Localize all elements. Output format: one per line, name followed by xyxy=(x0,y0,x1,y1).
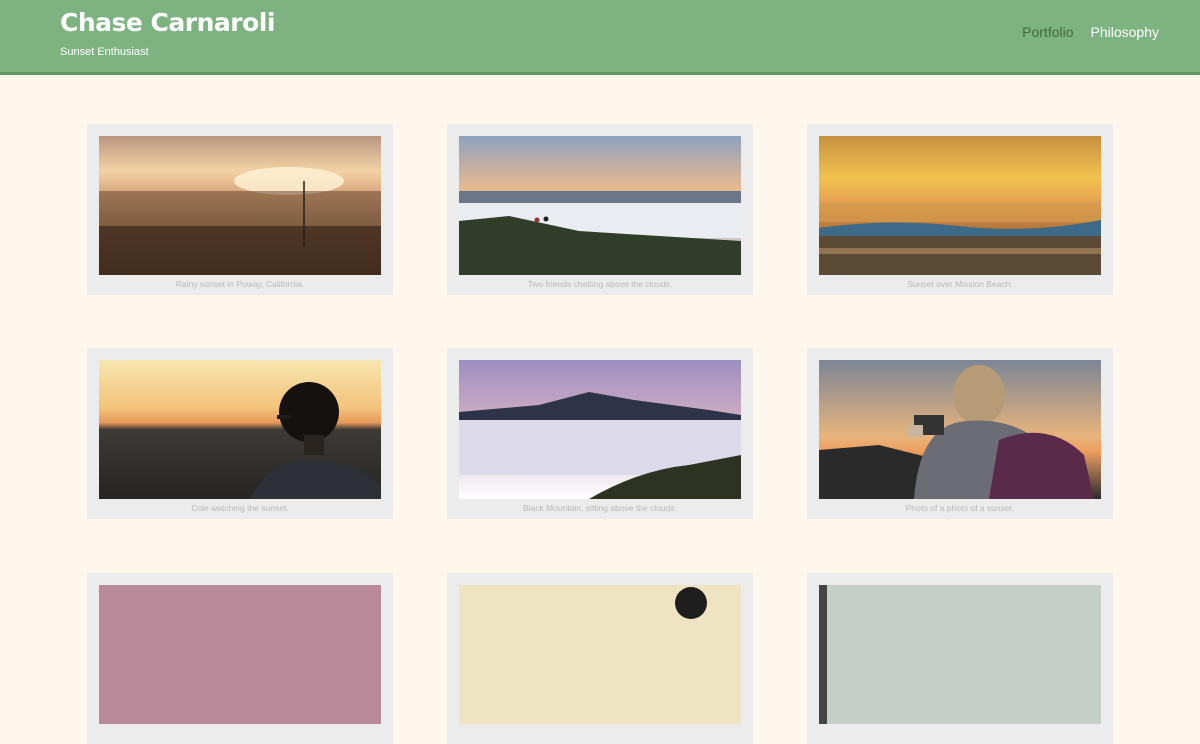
gallery-card: Cole watching the sunset. xyxy=(87,348,393,519)
gallery-card xyxy=(807,573,1113,744)
gallery-photo[interactable] xyxy=(99,136,381,275)
gallery-card: Photo of a photo of a sunset. xyxy=(807,348,1113,519)
gallery-photo[interactable] xyxy=(99,360,381,499)
gallery-photo[interactable] xyxy=(459,360,741,499)
site-tagline: Sunset Enthusiast xyxy=(60,46,149,58)
photo-caption: Black Mountain, sitting above the clouds… xyxy=(522,503,678,513)
gallery-photo[interactable] xyxy=(819,585,1101,724)
gallery-card: Rainy sunset in Poway, California. xyxy=(87,124,393,295)
nav-portfolio-link[interactable]: Portfolio xyxy=(1022,24,1073,40)
gallery-card xyxy=(447,573,753,744)
gallery-card: Two friends chatting above the clouds. xyxy=(447,124,753,295)
gallery-card: Sunset over Mission Beach. xyxy=(807,124,1113,295)
gallery-photo[interactable] xyxy=(459,136,741,275)
photo-caption: Photo of a photo of a sunset. xyxy=(905,503,1015,513)
gallery-card: Black Mountain, sitting above the clouds… xyxy=(447,348,753,519)
nav-philosophy-link[interactable]: Philosophy xyxy=(1091,24,1160,40)
gallery-card xyxy=(87,573,393,744)
gallery-photo[interactable] xyxy=(819,360,1101,499)
photo-caption: Sunset over Mission Beach. xyxy=(907,279,1013,289)
photo-caption: Rainy sunset in Poway, California. xyxy=(175,279,305,289)
site-header: Chase Carnaroli Sunset Enthusiast Portfo… xyxy=(0,0,1200,75)
gallery-photo[interactable] xyxy=(459,585,741,724)
gallery-photo[interactable] xyxy=(819,136,1101,275)
gallery-photo[interactable] xyxy=(99,585,381,724)
photo-caption: Cole watching the sunset. xyxy=(191,503,289,513)
main-nav: Portfolio Philosophy xyxy=(1022,24,1159,40)
site-title[interactable]: Chase Carnaroli xyxy=(60,8,275,37)
photo-caption: Two friends chatting above the clouds. xyxy=(527,279,673,289)
